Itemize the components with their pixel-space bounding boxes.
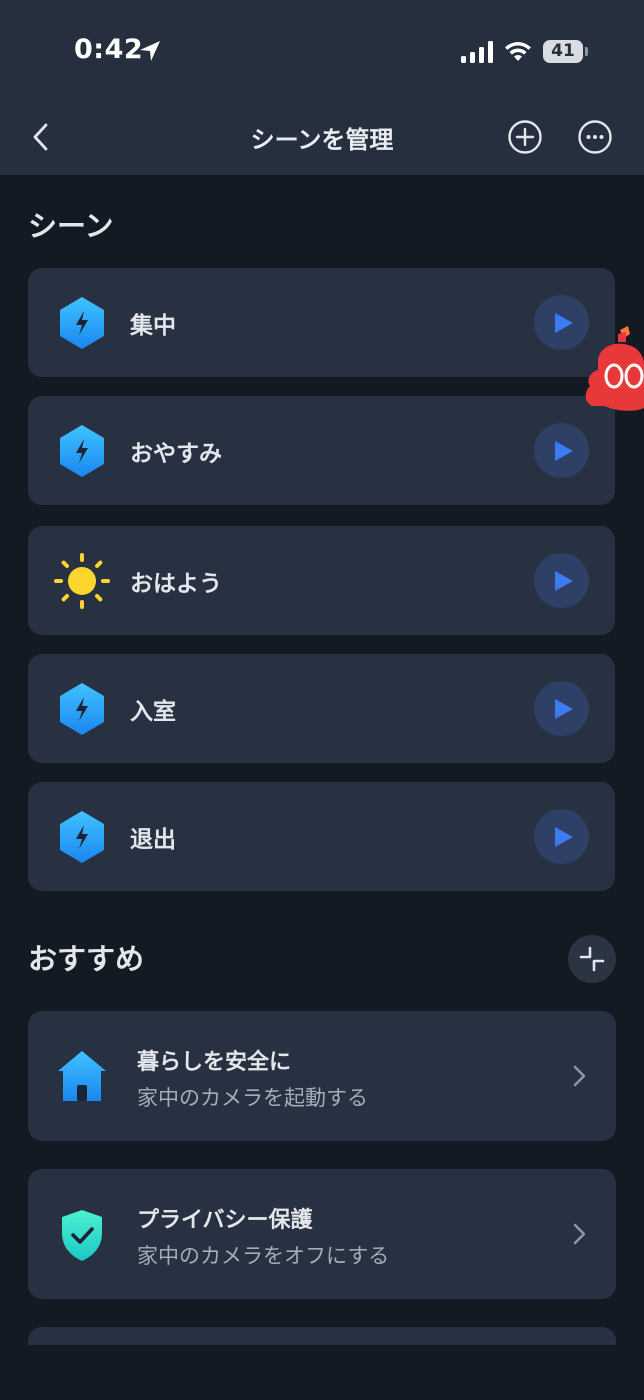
scene-card[interactable]: 退出 xyxy=(28,782,615,891)
page-title: シーンを管理 xyxy=(250,126,394,154)
play-icon xyxy=(555,571,573,591)
recommended-subtitle: 家中のカメラを起動する xyxy=(137,1086,368,1110)
scene-label: 入室 xyxy=(130,699,176,725)
recommended-title: プライバシー保護 xyxy=(137,1208,313,1233)
recommended-card-partial[interactable] xyxy=(28,1327,616,1345)
lightning-hex-icon xyxy=(60,683,104,735)
mascot-bubble-icon[interactable] xyxy=(584,322,644,414)
lightning-hex-icon xyxy=(60,425,104,477)
run-scene-button[interactable] xyxy=(534,809,589,864)
run-scene-button[interactable] xyxy=(534,295,589,350)
scene-label: おやすみ xyxy=(130,441,222,467)
play-icon xyxy=(555,827,573,847)
collapse-button[interactable] xyxy=(568,935,616,983)
run-scene-button[interactable] xyxy=(534,681,589,736)
recommended-title: 暮らしを安全に xyxy=(137,1050,292,1075)
recommended-card[interactable]: プライバシー保護 家中のカメラをオフにする xyxy=(28,1169,616,1299)
lightning-hex-icon xyxy=(60,297,104,349)
chevron-right-icon xyxy=(573,1223,586,1245)
recommended-section-title: おすすめ xyxy=(28,942,145,976)
scene-card[interactable]: 集中 xyxy=(28,268,615,377)
sun-icon xyxy=(54,553,110,609)
battery-level: 41 xyxy=(551,41,575,61)
lightning-hex-icon xyxy=(60,811,104,863)
more-options-button[interactable] xyxy=(577,119,613,155)
play-icon xyxy=(555,441,573,461)
location-arrow-icon xyxy=(140,41,160,61)
chevron-right-icon xyxy=(573,1065,586,1087)
scene-card[interactable]: おはよう xyxy=(28,526,615,635)
top-header: 0:42 41 シーンを管理 xyxy=(0,0,644,175)
scene-card[interactable]: おやすみ xyxy=(28,396,615,505)
add-scene-button[interactable] xyxy=(507,119,543,155)
scene-label: 集中 xyxy=(130,313,176,339)
scenes-section-title: シーン xyxy=(28,209,114,243)
shield-check-icon xyxy=(62,1210,102,1261)
battery-indicator: 41 xyxy=(543,40,583,63)
recommended-card[interactable]: 暮らしを安全に 家中のカメラを起動する xyxy=(28,1011,616,1141)
run-scene-button[interactable] xyxy=(534,423,589,478)
scene-card[interactable]: 入室 xyxy=(28,654,615,763)
cellular-signal-icon xyxy=(461,41,493,63)
recommended-subtitle: 家中のカメラをオフにする xyxy=(137,1244,390,1268)
collapse-arrows-icon xyxy=(579,946,605,972)
run-scene-button[interactable] xyxy=(534,553,589,608)
wifi-icon xyxy=(505,42,531,61)
battery-tip xyxy=(585,47,588,56)
scene-label: 退出 xyxy=(130,827,176,853)
play-icon xyxy=(555,313,573,333)
scene-label: おはよう xyxy=(130,571,222,597)
status-time: 0:42 xyxy=(74,34,144,65)
house-icon xyxy=(58,1051,106,1101)
play-icon xyxy=(555,699,573,719)
